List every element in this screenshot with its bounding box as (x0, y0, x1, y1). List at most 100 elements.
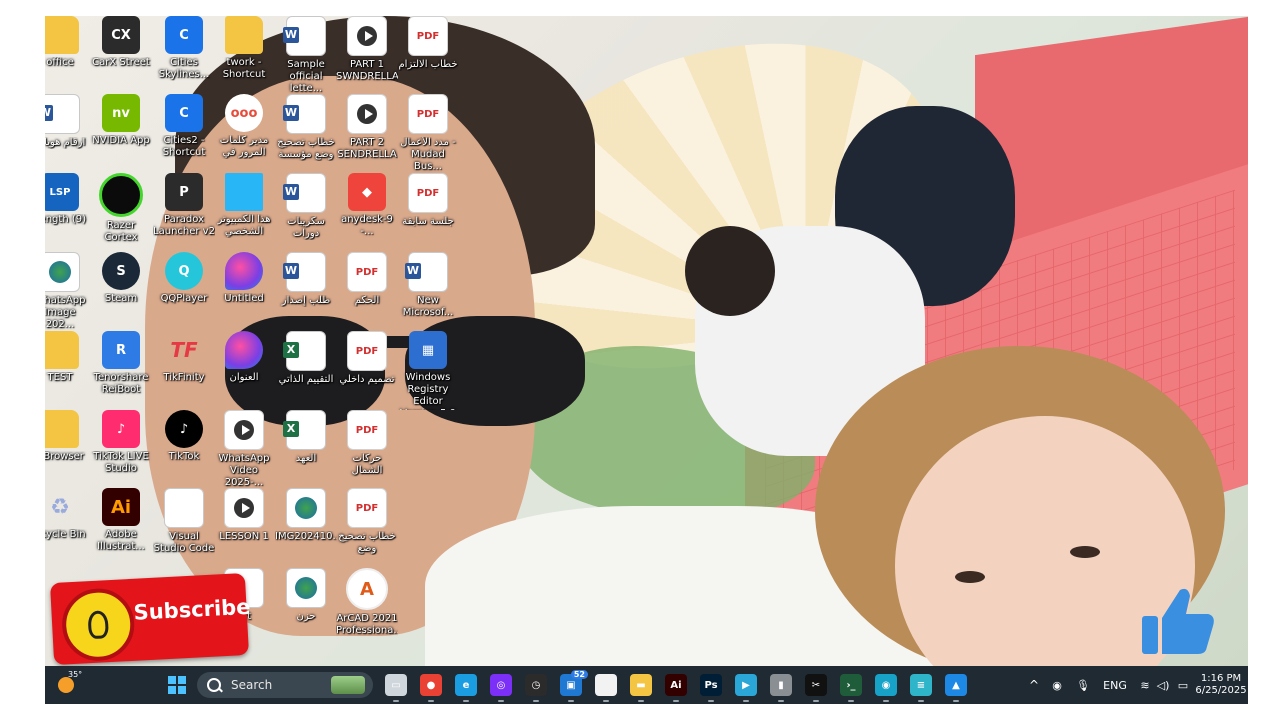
tray-app-icon[interactable]: ◉ (1049, 672, 1065, 698)
battery-icon[interactable]: ▭ (1175, 672, 1191, 698)
paint-icon (225, 252, 263, 290)
desktop-icon[interactable]: حزن (275, 568, 337, 646)
search-box[interactable]: Search (197, 672, 373, 698)
desktop-icon[interactable]: خطاب تصحيح وضع مؤسسة (275, 94, 337, 172)
taskbar-app-app-cyan[interactable]: ◉ (873, 672, 899, 702)
taskbar-app-app-clock[interactable]: ◷ (523, 672, 549, 702)
microphone-icon[interactable]: 🎙 (1075, 672, 1091, 698)
desktop-icon-label: ArCAD 2021 Professiona... (336, 613, 398, 636)
taskbar-app-file[interactable] (593, 672, 619, 702)
taskbar-app-app-blue-badge[interactable]: ▣ 52 (558, 670, 588, 702)
volume-icon[interactable]: ◁) (1155, 672, 1171, 698)
desktop-icon[interactable]: Q QQPlayer (153, 252, 215, 330)
desktop-icon[interactable]: New Microsof... (397, 252, 459, 330)
video-icon (347, 94, 387, 134)
desktop-icon[interactable]: PDF خطاب تصحيح وضع (336, 488, 398, 566)
desktop-icon[interactable]: S Steam (90, 252, 152, 330)
desktop-icon-label: CarX Street (92, 57, 150, 68)
desktop-icon[interactable]: Visual Studio Code (153, 488, 215, 566)
desktop-icon-label: anydesk-9 -... (341, 214, 393, 237)
desktop-icon[interactable]: nv NVIDIA App (90, 94, 152, 172)
taskbar-app-app-purple[interactable]: ◎ (488, 672, 514, 702)
start-button[interactable] (165, 672, 189, 698)
taskbar-app-notepad[interactable]: ≡ (908, 672, 934, 702)
taskbar-app-photos[interactable]: ▲ (943, 672, 969, 702)
desktop-icon[interactable]: PART 1 SWNDRELLA (336, 16, 398, 94)
desktop-icon[interactable]: ارقام هويات (45, 94, 91, 172)
desktop-icon[interactable]: Razer Cortex (90, 173, 152, 251)
desktop-icon[interactable]: A ArCAD 2021 Professiona... (336, 568, 398, 646)
taskbar-app-player[interactable]: ▶ (733, 672, 759, 702)
show-hidden-icons-button[interactable]: ^ (1027, 672, 1041, 698)
desktop-icon[interactable]: LSP ilength (9) (45, 173, 91, 251)
desktop-icon[interactable]: PDF مدد الأعمال - Mudad Bus... (397, 94, 459, 172)
desktop-icon[interactable]: ♪ TikTok LIVE Studio (90, 410, 152, 488)
desktop-icon[interactable]: Untitled (213, 252, 275, 330)
taskbar-app-capcut[interactable]: ✂ (803, 672, 829, 702)
desktop-icon[interactable]: PART 2 SENDRELLA (336, 94, 398, 172)
desktop-icon[interactable]: P Paradox Launcher v2 (153, 173, 215, 251)
desktop-icon[interactable]: التقييم الذاتي (275, 331, 337, 409)
desktop-icon[interactable]: C Cities Skylines... (153, 16, 215, 94)
taskbar-app-file-explorer[interactable]: ▬ (628, 672, 654, 702)
weather-widget[interactable]: 35° (51, 670, 82, 698)
desktop-icon[interactable]: twork - Shortcut (213, 16, 275, 94)
desktop-icon[interactable]: WhatsApp Video 2025-... (213, 410, 275, 488)
desktop-icon[interactable]: Ai Adobe Illustrat... (90, 488, 152, 566)
wifi-icon[interactable]: ≋ (1137, 672, 1153, 698)
desktop-icon[interactable]: LESSON 1 (213, 488, 275, 566)
desktop-icon[interactable]: R Tenorshare ReiBoot (90, 331, 152, 409)
desktop-icon[interactable]: CX CarX Street (90, 16, 152, 94)
tf-icon: TF (170, 338, 198, 362)
desktop-icon-label: Adobe Illustrat... (97, 529, 145, 552)
desktop-icon[interactable]: PDF خطاب الالتزام (397, 16, 459, 94)
qq-icon: Q (165, 252, 203, 290)
taskbar-app-photoshop[interactable]: Ps (698, 672, 724, 702)
file-explorer-icon: ▬ (630, 674, 652, 696)
desktop-icon-label: مدير كلمات المرور في (219, 135, 269, 158)
taskbar-app-usb[interactable]: ▮ (768, 672, 794, 702)
desktop-icon[interactable]: ▦Windows Registry Editor Version 5.0 (397, 331, 459, 410)
desktop-icon[interactable]: ♻ ecycle Bin (45, 488, 91, 566)
taskbar-app-edge[interactable]: e (453, 672, 479, 702)
usb-icon: ▮ (770, 674, 792, 696)
taskbar-app-illustrator[interactable]: Ai (663, 672, 689, 702)
desktop-icon[interactable]: سكريبات دورات (275, 173, 337, 251)
desktop-icon[interactable]: PDF جلسة سابقة (397, 173, 459, 251)
taskbar-app-chrome[interactable]: ● (418, 672, 444, 702)
desktop-icon[interactable]: TEST (45, 331, 91, 409)
desktop-icon[interactable]: WhatsApp Image 202... (45, 252, 91, 330)
blank-icon (164, 488, 204, 528)
tenor-icon: R (102, 331, 140, 369)
notification-badge: 52 (570, 670, 588, 679)
taskbar-app-terminal[interactable]: ›_ (838, 672, 864, 702)
desktop-icon[interactable]: PDF الحكم (336, 252, 398, 330)
word-icon (283, 16, 326, 56)
desktop-icon[interactable]: r Browser (45, 410, 91, 488)
desktop-icon[interactable]: office (45, 16, 91, 94)
wallpaper-child-face (895, 416, 1195, 704)
nvidia-icon: nv (102, 94, 140, 132)
desktop-icon[interactable]: ooo مدير كلمات المرور في (213, 94, 275, 172)
desktop-icon[interactable]: العنوان (213, 331, 275, 409)
desktop-icon[interactable]: هذا الكمبيوتر الشخصي (213, 173, 275, 251)
desktop-icon[interactable]: TF TikFinity (153, 331, 215, 409)
desktop-icon-label: مدد الأعمال - Mudad Bus... (400, 137, 456, 172)
desktop-icon[interactable]: PDF تصميم داخلي (336, 331, 398, 409)
pdf-icon: PDF (347, 410, 387, 450)
desktop-icon[interactable]: ♪ TikTok (153, 410, 215, 488)
desktop-icon-label: Cities Skylines... (158, 57, 210, 80)
desktop-icon[interactable]: طلب إصدار (275, 252, 337, 330)
desktop-icon[interactable]: PDF حركات الشمال (336, 410, 398, 488)
desktop-icon[interactable]: C Cities2 - Shortcut (153, 94, 215, 172)
desktop-icon[interactable]: العهد (275, 410, 337, 488)
desktop-icon[interactable]: IMG202410... (275, 488, 337, 566)
taskbar-app-task-view[interactable]: ▭ (383, 672, 409, 702)
wallpaper-child-eye (955, 571, 985, 583)
language-indicator[interactable]: ENG (1101, 672, 1129, 698)
razer-icon (99, 173, 143, 217)
desktop-icon[interactable]: ◆ anydesk-9 -... (336, 173, 398, 251)
clock[interactable]: 1:16 PM 6/25/2025 (1195, 672, 1247, 698)
taskbar: 35° Search ▭ ● e ◎ ◷ ▣ 52 ▬ Ai Ps ▶ ▮ ✂ ›_ ◉ ≡ ▲ ^ ◉ 🎙 E… (45, 666, 1248, 704)
desktop-icon[interactable]: Sample official lette... (275, 16, 337, 94)
